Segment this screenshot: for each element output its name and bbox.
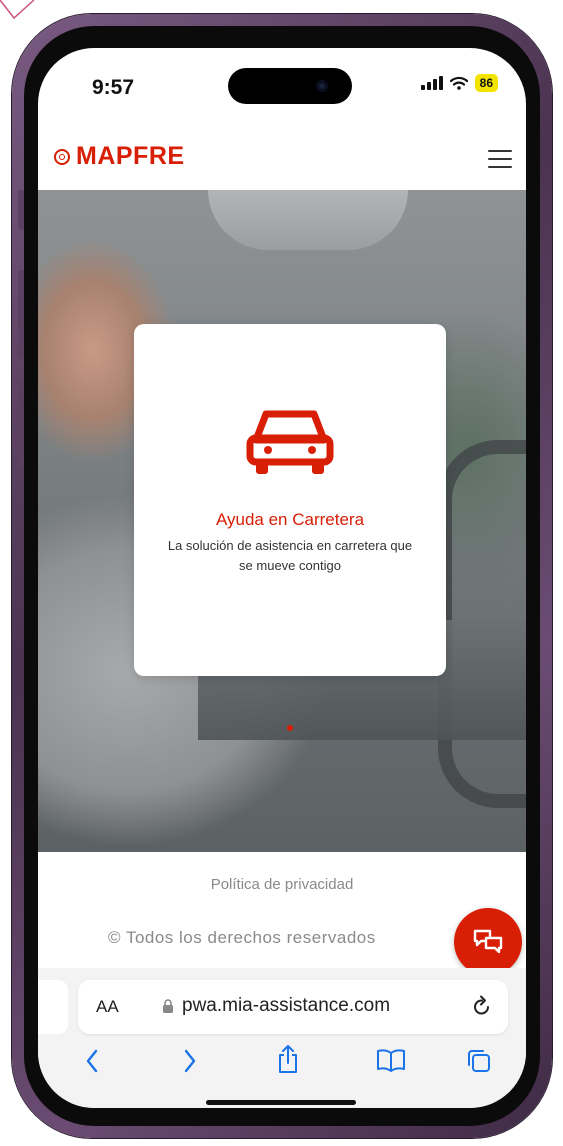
copyright-text: © Todos los derechos reservados bbox=[108, 928, 376, 947]
reload-icon[interactable] bbox=[472, 995, 492, 1017]
status-indicators: 86 bbox=[420, 74, 498, 92]
tabs-icon[interactable] bbox=[466, 1048, 492, 1074]
hero-rearview-mirror bbox=[208, 190, 408, 250]
status-time: 9:57 bbox=[92, 76, 135, 99]
status-bar: 9:57 86 bbox=[38, 48, 526, 126]
hamburger-icon[interactable] bbox=[488, 150, 512, 168]
back-icon[interactable] bbox=[84, 1048, 100, 1074]
cellular-signal-icon bbox=[420, 76, 443, 90]
browser-toolbar bbox=[38, 1044, 526, 1084]
share-icon[interactable] bbox=[276, 1044, 300, 1074]
dynamic-island bbox=[228, 68, 352, 104]
mapfre-logo[interactable]: MAPFRE bbox=[54, 142, 185, 171]
battery-level: 86 bbox=[474, 74, 498, 92]
phone-screen: 9:57 86 MAPFRE Ayuda en Carretera La sol… bbox=[38, 48, 526, 1108]
privacy-policy-link[interactable]: Política de privacidad bbox=[38, 876, 526, 893]
service-card[interactable]: Ayuda en Carretera La solución de asiste… bbox=[134, 324, 446, 676]
url-text[interactable]: pwa.mia-assistance.com bbox=[182, 995, 390, 1017]
lock-icon bbox=[163, 999, 173, 1013]
card-description: La solución de asistencia en carretera q… bbox=[167, 538, 413, 573]
camera-icon bbox=[316, 80, 328, 92]
forward-icon[interactable] bbox=[182, 1048, 198, 1074]
reader-settings-button[interactable]: AA bbox=[96, 997, 119, 1017]
car-icon bbox=[246, 410, 334, 474]
chat-button[interactable] bbox=[454, 908, 522, 976]
corner-decoration bbox=[0, 0, 35, 20]
carousel-indicator-dot[interactable] bbox=[287, 725, 293, 731]
chat-icon bbox=[473, 929, 503, 954]
mapfre-logo-icon bbox=[54, 148, 70, 165]
previous-tab-peek[interactable] bbox=[38, 980, 68, 1034]
address-bar[interactable]: AA pwa.mia-assistance.com bbox=[78, 980, 508, 1034]
logo-text: MAPFRE bbox=[76, 142, 185, 170]
card-title: Ayuda en Carretera bbox=[215, 510, 365, 529]
home-indicator[interactable] bbox=[206, 1100, 356, 1105]
wifi-icon bbox=[449, 76, 468, 90]
browser-chrome: AA pwa.mia-assistance.com bbox=[38, 968, 526, 1108]
site-header: MAPFRE bbox=[38, 126, 526, 190]
hero-banner: Ayuda en Carretera La solución de asiste… bbox=[38, 190, 526, 852]
bookmarks-icon[interactable] bbox=[376, 1048, 406, 1072]
phone-frame: 9:57 86 MAPFRE Ayuda en Carretera La sol… bbox=[12, 14, 552, 1138]
